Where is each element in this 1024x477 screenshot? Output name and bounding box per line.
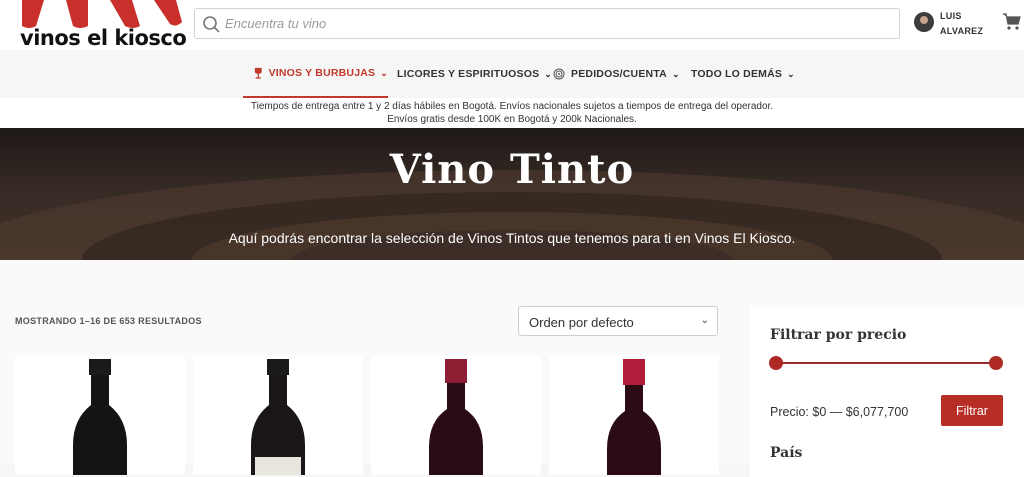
price-slider-max-handle[interactable] (989, 356, 1003, 370)
page-title: Vino Tinto (389, 146, 635, 193)
country-filter-title: País (770, 445, 803, 461)
search-input[interactable] (225, 9, 885, 38)
price-range-label: Precio: $0 — $6,077,700 (770, 405, 909, 419)
page-subtitle: Aquí podrás encontrar la selección de Vi… (228, 230, 796, 246)
cart-icon[interactable] (1002, 12, 1022, 32)
sort-select[interactable]: Orden por defecto ⌄ (518, 306, 718, 336)
nav-label: VINOS Y BURBUJAS (268, 67, 376, 79)
notice-line-1: Tiempos de entrega entre 1 y 2 días hábi… (250, 101, 774, 112)
product-card[interactable] (371, 355, 541, 475)
user-first-name: LUIS (940, 11, 962, 21)
wine-bottle-image (429, 359, 483, 475)
notice-line-2: Envíos gratis desde 100K en Bogotá y 200… (387, 114, 637, 125)
nav-item-licores[interactable]: LICORES Y ESPIRITUOSOS ⌄ (397, 50, 552, 98)
wine-bottle-image (251, 359, 305, 475)
search-icon[interactable] (201, 14, 221, 34)
nav-label: PEDIDOS/CUENTA (571, 68, 667, 80)
chevron-down-icon: ⌄ (700, 315, 709, 326)
shipping-notice: Tiempos de entrega entre 1 y 2 días hábi… (0, 98, 1024, 128)
chevron-down-icon: ⌄ (671, 68, 680, 79)
avatar[interactable] (914, 12, 934, 32)
filter-button[interactable]: Filtrar (941, 395, 1003, 426)
nav-item-todo-lo-demas[interactable]: TODO LO DEMÁS ⌄ (691, 50, 795, 98)
chevron-down-icon: ⌄ (544, 68, 553, 79)
nav-item-vinos-y-burbujas[interactable]: VINOS Y BURBUJAS ⌄ (243, 50, 388, 98)
search-bar[interactable] (194, 8, 900, 39)
product-card[interactable] (193, 355, 363, 475)
user-name[interactable]: LUIS ALVAREZ (940, 9, 990, 39)
product-card[interactable] (15, 355, 185, 475)
nav-label: LICORES Y ESPIRITUOSOS (397, 68, 540, 80)
sort-value: Orden por defecto (529, 315, 634, 330)
logo-text: vinos el kiosco (20, 26, 187, 50)
wine-bottle-image (73, 359, 127, 475)
product-card[interactable] (549, 355, 719, 475)
chevron-down-icon: ⌄ (787, 68, 795, 79)
price-slider-min-handle[interactable] (769, 356, 783, 370)
chevron-down-icon: ⌄ (380, 67, 388, 78)
shop-content: MOSTRANDO 1–16 DE 653 RESULTADOS Orden p… (0, 260, 1024, 477)
user-last-name: ALVAREZ (940, 26, 984, 36)
nav-item-pedidos-cuenta[interactable]: PEDIDOS/CUENTA ⌄ (553, 50, 680, 98)
wine-glass-icon (254, 67, 262, 79)
fingerprint-icon (553, 68, 565, 80)
price-slider-track[interactable] (776, 362, 996, 364)
site-header: vinos el kiosco LUIS ALVAREZ (0, 0, 1024, 50)
category-hero: Vino Tinto Aquí podrás encontrar la sele… (0, 128, 1024, 260)
account-menu[interactable]: LUIS ALVAREZ (914, 9, 994, 39)
price-filter-title: Filtrar por precio (770, 327, 907, 343)
result-count: MOSTRANDO 1–16 DE 653 RESULTADOS (15, 316, 202, 326)
nav-label: TODO LO DEMÁS (691, 68, 783, 80)
wine-bottle-image (607, 359, 661, 475)
main-nav: VINOS Y BURBUJAS ⌄ LICORES Y ESPIRITUOSO… (0, 50, 1024, 98)
filter-sidebar: Filtrar por precio Precio: $0 — $6,077,7… (750, 307, 1024, 477)
